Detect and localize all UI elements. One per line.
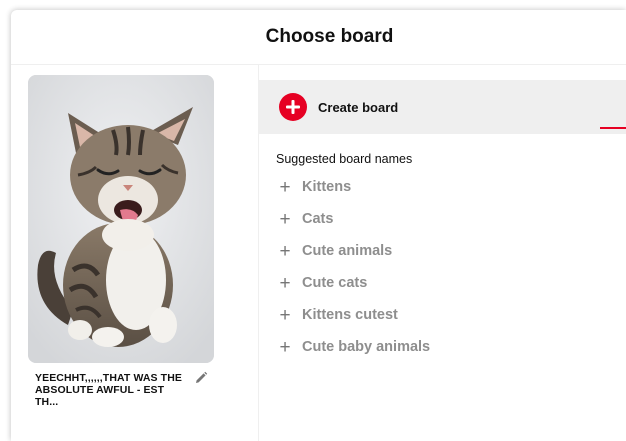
plus-icon: + bbox=[279, 176, 291, 198]
suggestion-label: Cute cats bbox=[302, 275, 368, 291]
board-picker: Create board Suggested board names + Kit… bbox=[259, 65, 626, 441]
suggestion-item[interactable]: + Cute baby animals bbox=[278, 331, 430, 363]
pin-image bbox=[28, 75, 214, 363]
suggestion-label: Cute animals bbox=[302, 243, 393, 259]
suggestion-item[interactable]: + Kittens cutest bbox=[278, 299, 430, 331]
choose-board-dialog: Choose board YEECHHT,,,,,,THAT WAS THE A… bbox=[11, 10, 626, 441]
plus-circle-icon bbox=[279, 93, 307, 121]
suggestion-item[interactable]: + Cute cats bbox=[278, 267, 430, 299]
plus-icon: + bbox=[279, 272, 291, 294]
dialog-title: Choose board bbox=[265, 26, 394, 47]
suggestion-label: Kittens bbox=[302, 179, 352, 195]
suggestion-list: + Kittens + Cats + Cute animals + Cute c… bbox=[278, 171, 430, 363]
plus-icon: + bbox=[279, 304, 291, 326]
create-board-button[interactable]: Create board bbox=[259, 80, 626, 134]
suggested-heading: Suggested board names bbox=[276, 152, 413, 166]
suggestion-item[interactable]: + Cute animals bbox=[278, 235, 430, 267]
suggestion-item[interactable]: + Cats bbox=[278, 203, 430, 235]
pin-caption: YEECHHT,,,,,,THAT WAS THE ABSOLUTE AWFUL… bbox=[35, 372, 182, 408]
suggestion-label: Cute baby animals bbox=[302, 339, 431, 355]
pencil-icon[interactable] bbox=[194, 371, 208, 385]
create-board-label: Create board bbox=[318, 99, 399, 115]
accent-line bbox=[600, 127, 626, 129]
plus-icon: + bbox=[279, 240, 291, 262]
plus-icon: + bbox=[279, 208, 291, 230]
pin-preview: YEECHHT,,,,,,THAT WAS THE ABSOLUTE AWFUL… bbox=[11, 65, 259, 441]
suggestion-item[interactable]: + Kittens bbox=[278, 171, 430, 203]
plus-icon: + bbox=[279, 336, 291, 358]
suggestion-label: Cats bbox=[302, 211, 334, 227]
suggestion-label: Kittens cutest bbox=[302, 307, 398, 323]
dialog-header: Choose board bbox=[11, 10, 626, 65]
